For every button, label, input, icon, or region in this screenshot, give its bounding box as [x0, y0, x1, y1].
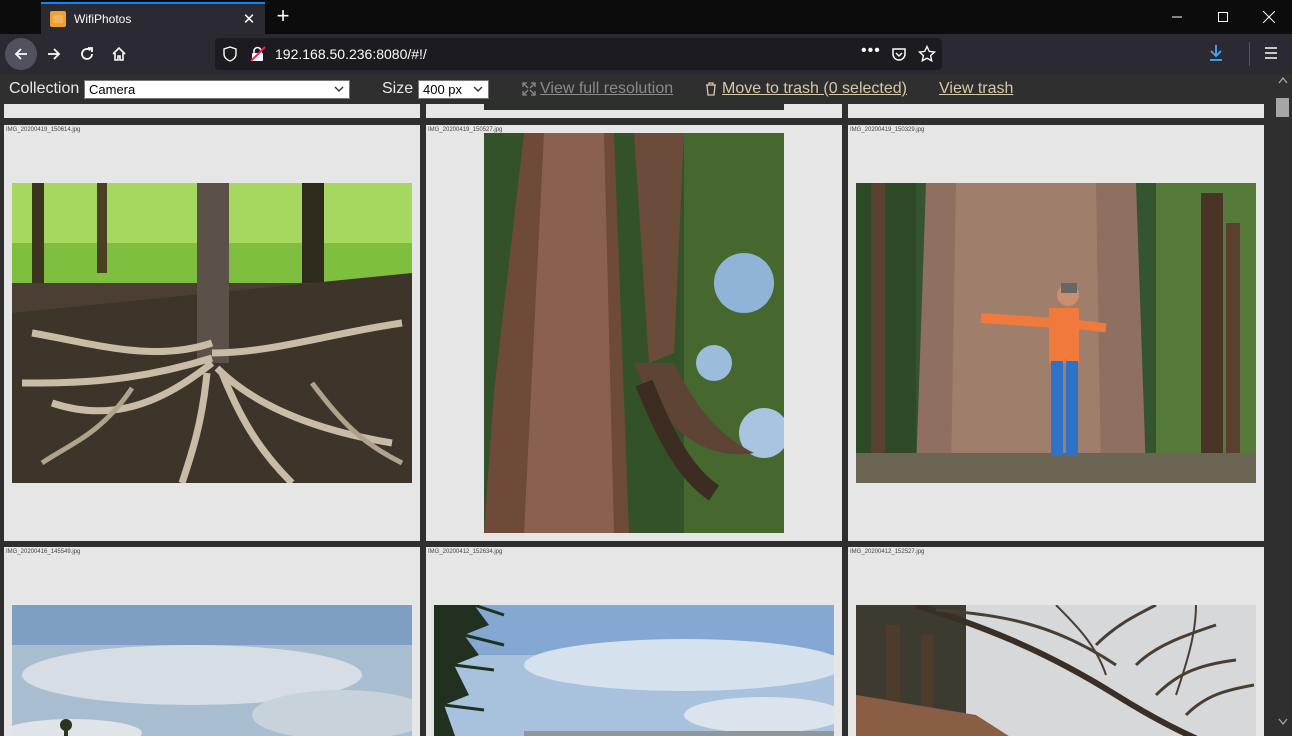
download-icon[interactable]: [1208, 44, 1224, 67]
photo-filename: IMG_20200419_150329.jpg: [850, 127, 925, 133]
tab-title: WifiPhotos: [74, 12, 132, 26]
photo-filename: IMG_20200412_152634.jpg: [428, 549, 503, 555]
tracking-shield-icon[interactable]: [223, 46, 237, 67]
reload-icon[interactable]: [71, 38, 103, 70]
trash-icon: [705, 82, 717, 101]
photo-image[interactable]: [434, 605, 834, 736]
page-actions-menu-icon[interactable]: •••: [861, 42, 881, 60]
view-full-resolution-link[interactable]: View full resolution: [540, 80, 673, 98]
scroll-down-arrow-icon[interactable]: [1278, 718, 1288, 729]
browser-navigation-bar: 192.168.50.236:8080/#!/ •••: [0, 34, 1292, 74]
size-select-value: 400 px: [423, 82, 463, 97]
photo-gallery-page: IMG_20200419_150614.jpg IMG_20200419_150…: [0, 74, 1292, 736]
collection-select-value: Camera: [89, 82, 136, 97]
scroll-up-arrow-icon[interactable]: [1278, 76, 1288, 87]
photo-image[interactable]: [484, 133, 784, 533]
chevron-down-icon: [334, 81, 344, 100]
collection-label: Collection: [9, 80, 80, 97]
photo-tile[interactable]: IMG_20200419_150527.jpg: [426, 125, 842, 541]
address-bar[interactable]: 192.168.50.236:8080/#!/ •••: [215, 38, 942, 70]
photos-favicon-icon: [50, 11, 66, 27]
size-select[interactable]: 400 px: [418, 80, 489, 99]
photo-image[interactable]: [12, 183, 412, 483]
view-trash-link[interactable]: View trash: [939, 80, 1013, 98]
photo-tile[interactable]: IMG_20200416_145549.jpg: [4, 547, 420, 736]
collection-select[interactable]: Camera: [84, 80, 350, 99]
hamburger-menu-icon[interactable]: [1264, 46, 1278, 65]
photo-tile-partial[interactable]: [848, 102, 1264, 118]
photo-tile-partial[interactable]: [4, 102, 420, 118]
new-tab-plus-icon[interactable]: +: [271, 4, 295, 30]
photo-tile[interactable]: IMG_20200419_150329.jpg: [848, 125, 1264, 541]
scrollbar-thumb[interactable]: [1276, 98, 1289, 117]
chevron-down-icon: [473, 81, 483, 100]
browser-tab-strip: WifiPhotos ✕ +: [0, 0, 1292, 34]
minimize-icon[interactable]: [1154, 0, 1200, 34]
tab-close-icon[interactable]: ✕: [237, 10, 261, 28]
pocket-icon[interactable]: [891, 46, 907, 67]
window-close-icon[interactable]: [1246, 0, 1292, 34]
insecure-lock-icon[interactable]: [250, 46, 266, 67]
home-icon[interactable]: [103, 38, 135, 70]
photo-filename: IMG_20200416_145549.jpg: [6, 549, 81, 555]
photo-image[interactable]: [856, 183, 1256, 483]
toolbar-separator: [1249, 42, 1250, 66]
forward-arrow-icon[interactable]: [38, 38, 70, 70]
fullscreen-expand-icon: [522, 82, 536, 101]
photo-tile[interactable]: IMG_20200412_152527.jpg: [848, 547, 1264, 736]
photo-image[interactable]: [856, 605, 1256, 736]
browser-tab[interactable]: WifiPhotos ✕: [41, 2, 265, 34]
maximize-icon[interactable]: [1200, 0, 1246, 34]
url-text[interactable]: 192.168.50.236:8080/#!/: [275, 46, 427, 62]
photo-tile[interactable]: IMG_20200419_150614.jpg: [4, 125, 420, 541]
move-to-trash-link[interactable]: Move to trash (0 selected): [722, 80, 907, 98]
photo-filename: IMG_20200412_152527.jpg: [850, 549, 925, 555]
size-label: Size: [382, 80, 414, 97]
photo-image[interactable]: [12, 605, 412, 736]
photo-filename: IMG_20200419_150614.jpg: [6, 127, 81, 133]
photo-tile[interactable]: IMG_20200412_152634.jpg: [426, 547, 842, 736]
back-arrow-icon[interactable]: [5, 38, 37, 70]
bookmark-star-icon[interactable]: [917, 44, 937, 68]
page-scrollbar[interactable]: [1274, 74, 1292, 736]
app-toolbar: Collection Camera Size 400 px View full …: [0, 74, 1274, 104]
photo-tile-partial[interactable]: [426, 102, 842, 118]
